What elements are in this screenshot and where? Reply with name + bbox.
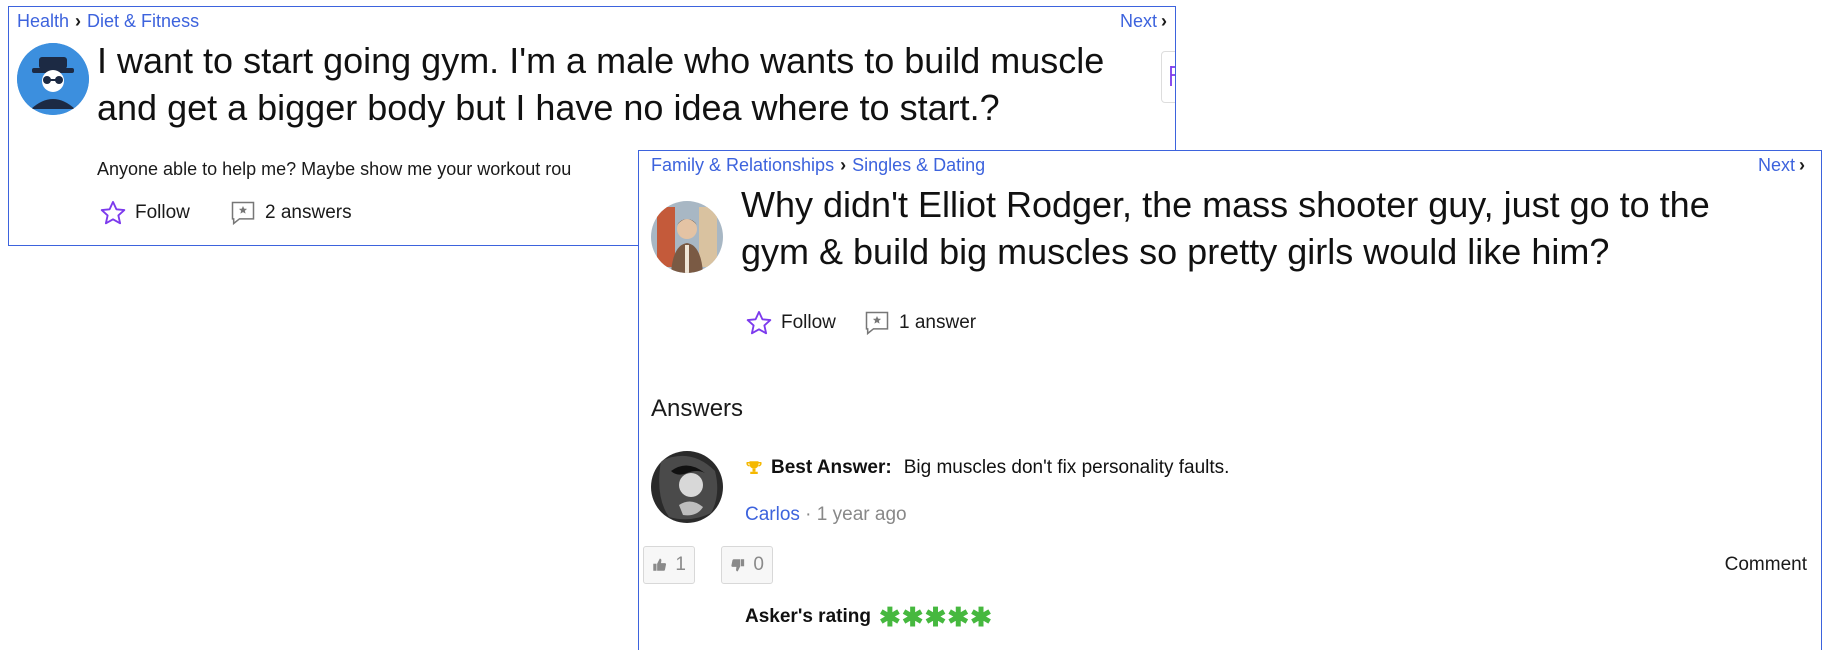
chevron-right-icon: ›: [1161, 11, 1167, 31]
answerer-avatar[interactable]: [651, 451, 723, 523]
follow-button[interactable]: Follow: [745, 309, 836, 337]
answer-time: · 1 year ago: [799, 504, 907, 525]
question-title-line-1: Why didn't Elliot Rodger, the mass shoot…: [741, 184, 1710, 225]
breadcrumb-diet-fitness[interactable]: Diet & Fitness: [87, 11, 199, 31]
thumbs-down-count: 0: [753, 554, 764, 575]
question-title-line-2: gym & build big muscles so pretty girls …: [741, 231, 1610, 272]
rating-stars: ✱ ✱ ✱ ✱ ✱: [878, 602, 993, 632]
breadcrumb: Family & Relationships › Singles & Dating: [651, 155, 985, 176]
thumbs-down-icon: [731, 559, 745, 572]
chevron-right-icon: ›: [1799, 155, 1805, 175]
thumbs-down-button[interactable]: 0: [721, 546, 773, 584]
trophy-icon: [746, 461, 762, 474]
flag-button[interactable]: [1161, 51, 1175, 103]
askers-rating-label: Asker's rating: [745, 606, 871, 627]
answer-bubble-icon: [865, 311, 889, 336]
flag-icon: [1170, 66, 1175, 86]
answers-count-label: 1 answer: [899, 312, 977, 333]
best-answer: Best Answer: Big muscles don't fix perso…: [745, 457, 1229, 479]
rating-star-icon: ✱: [924, 602, 947, 632]
next-question-link[interactable]: Next ›: [1120, 11, 1167, 32]
question-title: I want to start going gym. I'm a male wh…: [97, 37, 1175, 131]
breadcrumb-health[interactable]: Health: [17, 11, 69, 31]
rating-star-icon: ✱: [878, 602, 901, 632]
rating-star-icon: ✱: [970, 602, 992, 632]
follow-button[interactable]: Follow: [99, 199, 190, 227]
rating-star-icon: ✱: [901, 602, 924, 632]
thumbs-up-button[interactable]: 1: [643, 546, 695, 584]
next-label: Next: [1757, 155, 1795, 175]
question-description: Anyone able to help me? Maybe show me yo…: [97, 159, 572, 179]
answers-count-link[interactable]: 1 answer: [863, 309, 976, 337]
thumbs-up-count: 1: [675, 554, 686, 575]
rating-star-icon: ✱: [947, 602, 970, 632]
question-card-elliot: Family & Relationships › Singles & Dating …: [638, 150, 1822, 650]
answer-author-link[interactable]: Carlos: [745, 504, 800, 525]
thumbs-up-icon: [653, 558, 667, 571]
next-question-link[interactable]: Next ›: [1758, 155, 1805, 176]
comment-button[interactable]: Comment: [1725, 554, 1807, 576]
question-title: Why didn't Elliot Rodger, the mass shoot…: [741, 181, 1821, 275]
answers-count-label: 2 answers: [265, 202, 352, 223]
best-answer-label: Best Answer:: [771, 457, 892, 478]
chevron-right-icon: ›: [840, 155, 847, 175]
incognito-avatar-icon[interactable]: [17, 43, 89, 115]
next-label: Next: [1119, 11, 1157, 31]
breadcrumb: Health › Diet & Fitness: [17, 11, 199, 32]
question-title-line-2: and get a bigger body but I have no idea…: [97, 87, 1000, 128]
star-outline-icon: [746, 310, 772, 335]
best-answer-text: Big muscles don't fix personality faults…: [903, 457, 1230, 478]
breadcrumb-family-relationships[interactable]: Family & Relationships: [651, 155, 834, 175]
answer-meta: Carlos · 1 year ago: [745, 504, 907, 526]
asker-avatar[interactable]: [651, 201, 723, 273]
breadcrumb-singles-dating[interactable]: Singles & Dating: [852, 155, 985, 175]
question-title-line-1: I want to start going gym. I'm a male wh…: [97, 40, 1105, 81]
follow-label: Follow: [135, 202, 190, 223]
follow-label: Follow: [781, 312, 836, 333]
askers-rating: Asker's rating ✱ ✱ ✱ ✱ ✱: [745, 602, 993, 632]
answers-count-link[interactable]: 2 answers: [229, 199, 352, 227]
answer-bubble-icon: [231, 201, 255, 226]
star-outline-icon: [100, 200, 126, 225]
chevron-right-icon: ›: [75, 11, 82, 31]
answers-heading: Answers: [651, 395, 744, 422]
